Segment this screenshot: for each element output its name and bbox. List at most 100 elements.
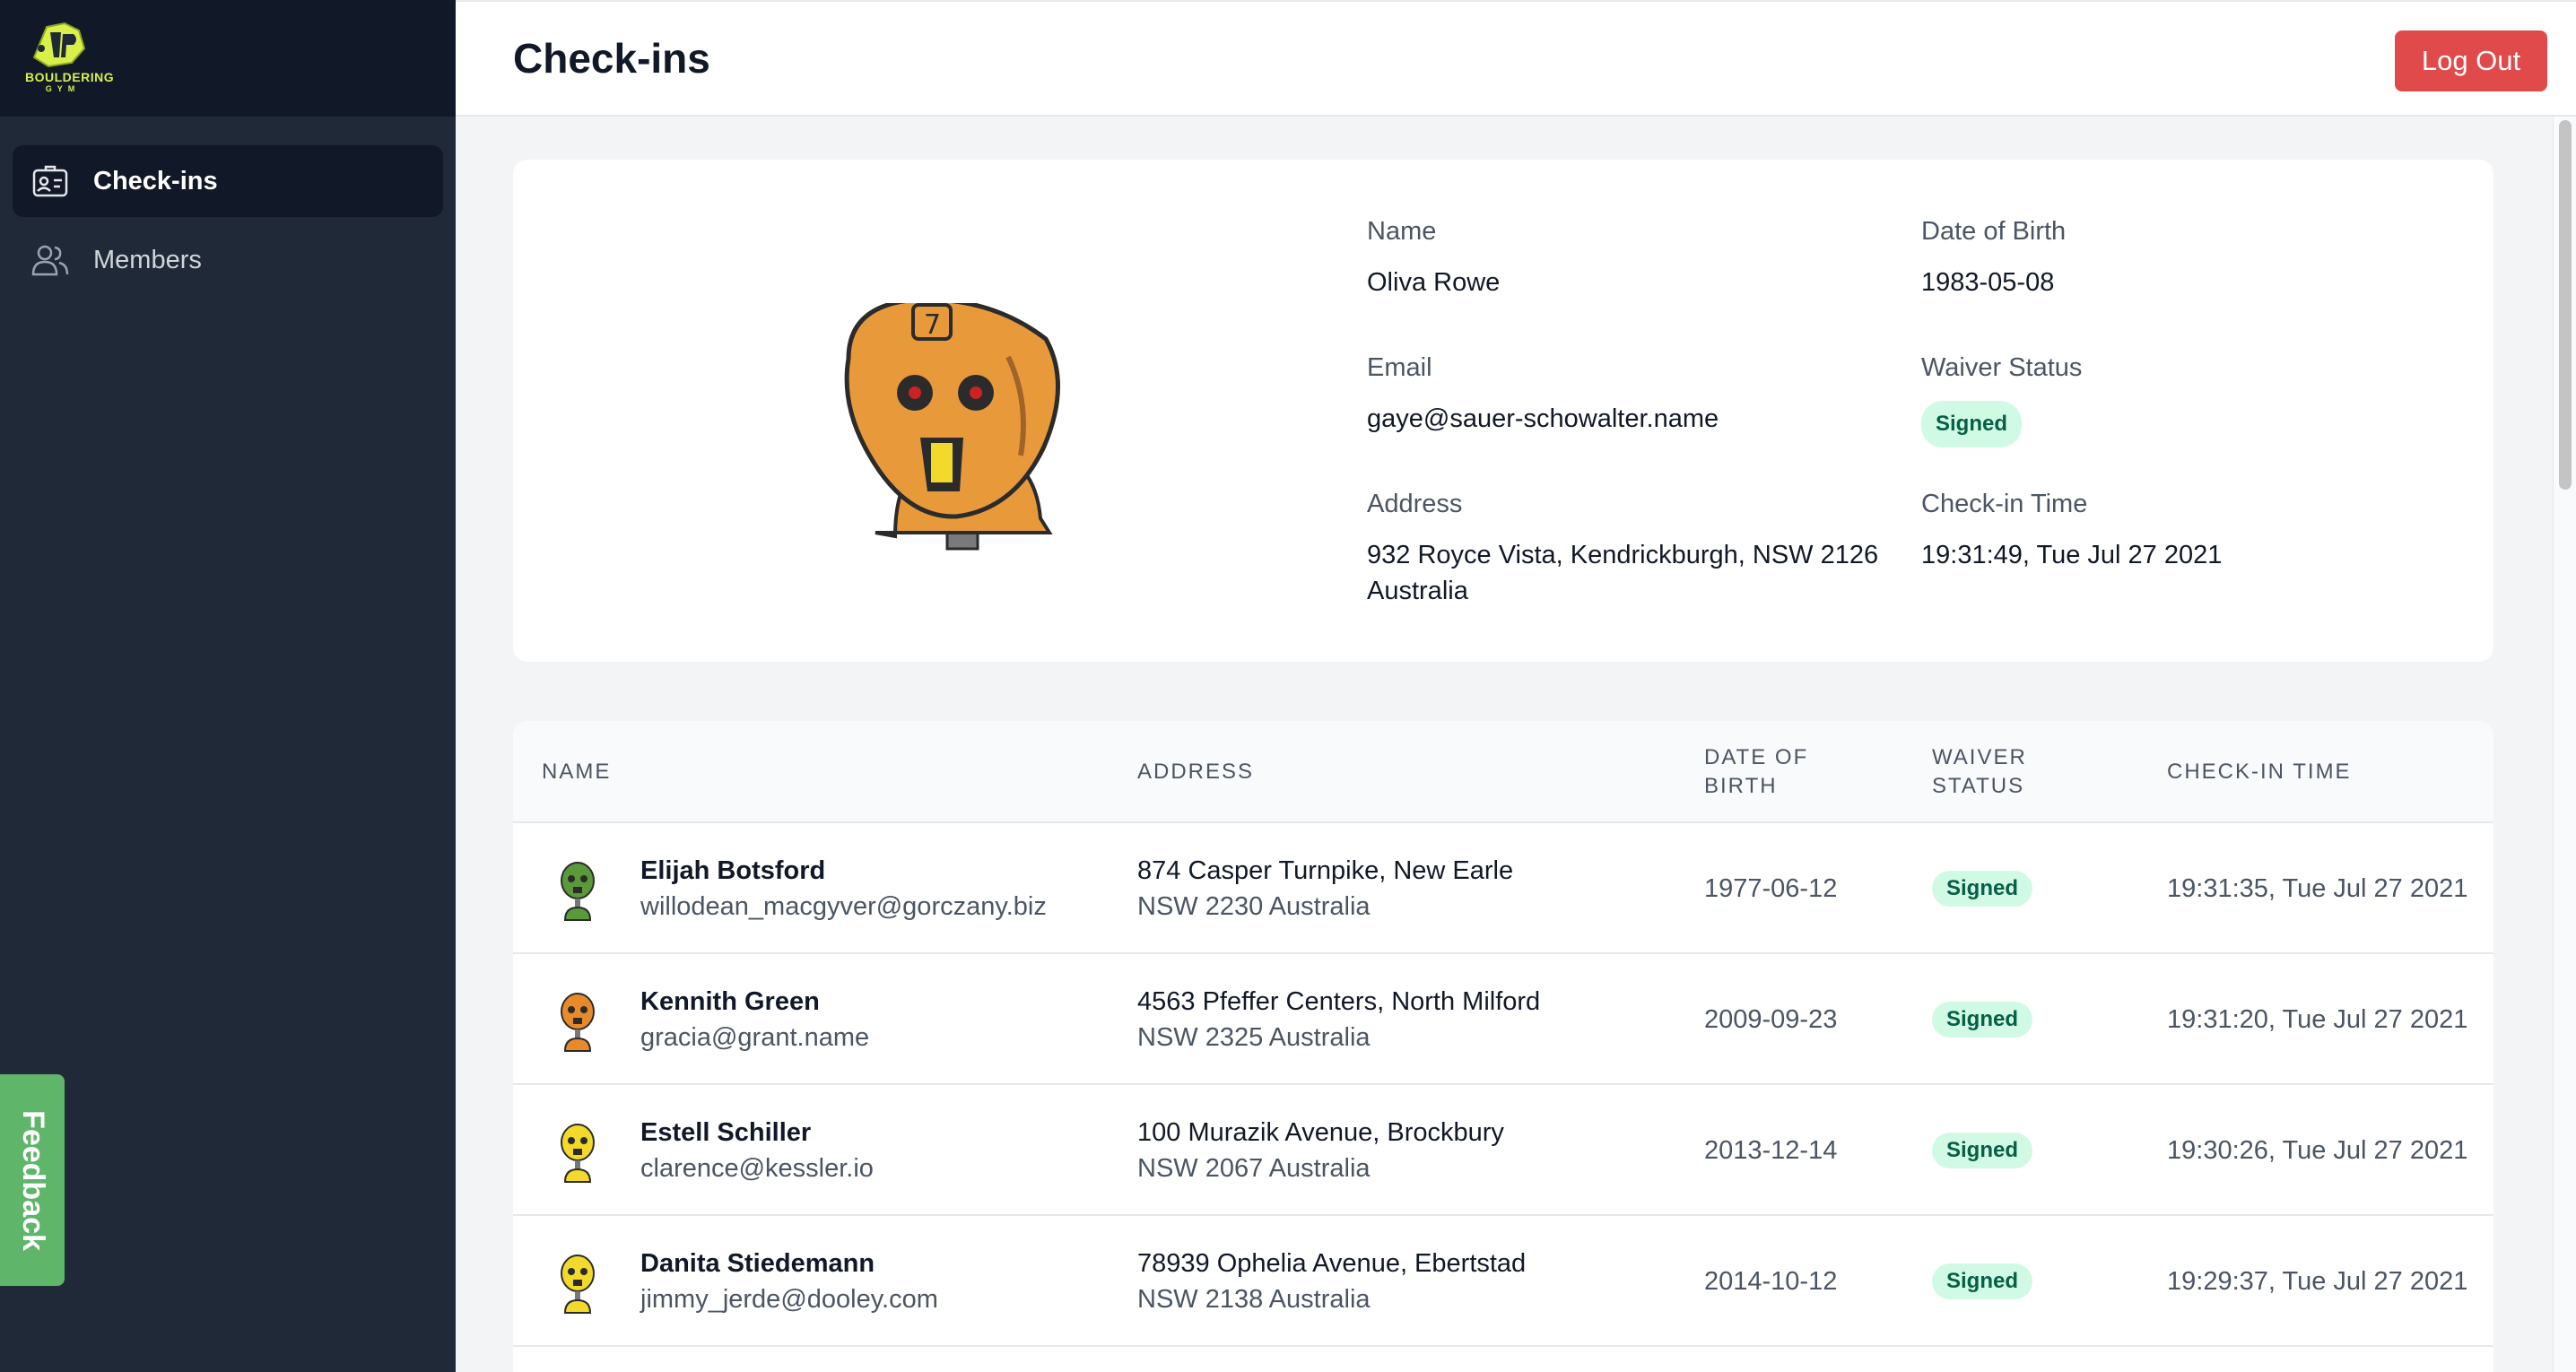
col-header-waiver-line2: STATUS xyxy=(1932,774,2025,798)
address-line1: 874 Casper Turnpike, New Earle xyxy=(1137,856,1514,885)
sidebar: BOULDERING GYM Check-ins Members xyxy=(0,0,456,1372)
waiver-status-badge: Signed xyxy=(1932,1002,2033,1038)
address-line2: NSW 2325 Australia xyxy=(1137,1023,1371,1052)
address-cell: 4563 Pfeffer Centers, North Milford NSW … xyxy=(1137,954,1675,1085)
brand-logo[interactable]: BOULDERING GYM xyxy=(25,22,115,97)
member-name[interactable]: Elijah Botsford xyxy=(640,853,1107,889)
col-header-checkin-time[interactable]: CHECK-IN TIME xyxy=(2167,721,2352,823)
robot-avatar-icon xyxy=(561,1124,595,1183)
feedback-label: Feedback xyxy=(15,1109,50,1251)
waiver-status-badge: Signed xyxy=(1932,1133,2033,1168)
waiver-cell: Signed xyxy=(1932,1085,2138,1216)
table-row[interactable]: Elijah Botsford willodean_macgyver@gorcz… xyxy=(513,823,2493,954)
sidebar-item-label: Check-ins xyxy=(93,166,218,195)
member-email: willodean_macgyver@gorczany.biz xyxy=(640,892,1047,921)
member-name[interactable]: Kennith Green xyxy=(640,984,1107,1020)
logo-text: BOULDERING GYM xyxy=(25,70,115,93)
page-title: Check-ins xyxy=(513,35,710,82)
col-header-name[interactable]: NAME xyxy=(542,721,611,823)
robot-avatar-large: 7 xyxy=(844,303,1060,551)
checkin-time-field: Check-in Time 19:31:49, Tue Jul 27 2021 xyxy=(1921,490,2459,573)
dob-value: 2009-09-23 xyxy=(1704,1004,1838,1034)
col-header-address[interactable]: ADDRESS xyxy=(1137,721,1254,823)
address-cell: 100 Murazik Avenue, Brockbury NSW 2067 A… xyxy=(1137,1085,1675,1216)
address-cell: 78939 Ophelia Avenue, Ebertstad NSW 2138… xyxy=(1137,1216,1675,1347)
col-header-dob-line1: DATE OF xyxy=(1704,745,1809,769)
address-line1: 100 Murazik Avenue, Brockbury xyxy=(1137,1118,1504,1147)
dob-cell: 2014-10-12 xyxy=(1704,1216,1910,1347)
checkin-time-cell: 19:29:37, Tue Jul 27 2021 xyxy=(2167,1216,2481,1347)
checkin-time-value: 19:30:26, Tue Jul 27 2021 xyxy=(2167,1135,2468,1165)
name-cell: Estell Schiller clarence@kessler.io xyxy=(640,1085,1107,1216)
sidebar-item-check-ins[interactable]: Check-ins xyxy=(13,145,443,217)
address-line2: NSW 2138 Australia xyxy=(1137,1285,1371,1314)
name-cell: Elijah Botsford willodean_macgyver@gorcz… xyxy=(640,823,1107,954)
scrollbar[interactable] xyxy=(2553,117,2576,1372)
address-line1: 932 Royce Vista, Kendrickburgh, NSW 2126 xyxy=(1367,541,1879,569)
id-card-icon xyxy=(30,161,70,201)
table-row[interactable]: Estell Schiller clarence@kessler.io 100 … xyxy=(513,1085,2493,1216)
name-value: Oliva Rowe xyxy=(1367,268,1501,297)
table-row[interactable]: Danita Stiedemann jimmy_jerde@dooley.com… xyxy=(513,1216,2493,1347)
logout-button[interactable]: Log Out xyxy=(2395,30,2547,91)
waiver-field: Waiver Status Signed xyxy=(1921,353,2459,447)
checkins-table: NAME ADDRESS DATE OF BIRTH WAIVER STATUS… xyxy=(513,721,2493,1372)
waiver-cell: Signed xyxy=(1932,823,2138,954)
col-header-waiver[interactable]: WAIVER STATUS xyxy=(1932,721,2027,823)
waiver-status-badge: Signed xyxy=(1921,401,2023,447)
waiver-cell: Signed xyxy=(1932,954,2138,1085)
address-line2: Australia xyxy=(1367,577,1468,605)
name-cell: Danita Stiedemann jimmy_jerde@dooley.com xyxy=(640,1216,1107,1347)
logo-bar: BOULDERING GYM xyxy=(0,0,456,117)
checkin-time-value: 19:31:20, Tue Jul 27 2021 xyxy=(2167,1004,2468,1034)
dob-label: Date of Birth xyxy=(1921,217,2067,246)
col-header-waiver-line1: WAIVER xyxy=(1932,745,2027,769)
col-header-dob-line2: BIRTH xyxy=(1704,774,1778,798)
scrollbar-thumb[interactable] xyxy=(2559,120,2572,490)
waiver-cell: Signed xyxy=(1932,1216,2138,1347)
member-email: gracia@grant.name xyxy=(640,1023,870,1052)
waiver-label: Waiver Status xyxy=(1921,353,2083,382)
dob-value: 1977-06-12 xyxy=(1704,873,1838,903)
checkin-time-value: 19:29:37, Tue Jul 27 2021 xyxy=(2167,1266,2468,1296)
checkin-time-cell: 19:31:35, Tue Jul 27 2021 xyxy=(2167,823,2481,954)
svg-text:7: 7 xyxy=(924,309,941,341)
col-header-dob[interactable]: DATE OF BIRTH xyxy=(1704,721,1808,823)
feedback-button[interactable]: Feedback xyxy=(0,1074,65,1286)
sidebar-item-members[interactable]: Members xyxy=(13,224,443,296)
dob-field: Date of Birth 1983-05-08 xyxy=(1921,217,2459,300)
table-row[interactable]: Kennith Green gracia@grant.name 4563 Pfe… xyxy=(513,954,2493,1085)
checkin-time-cell: 19:31:20, Tue Jul 27 2021 xyxy=(2167,954,2481,1085)
address-label: Address xyxy=(1367,490,1463,518)
dob-value: 1983-05-08 xyxy=(1921,268,2055,297)
checkin-time-label: Check-in Time xyxy=(1921,490,2088,518)
dob-cell: 1977-06-12 xyxy=(1704,823,1910,954)
dob-value: 2014-10-12 xyxy=(1704,1266,1838,1296)
table-body: Elijah Botsford willodean_macgyver@gorcz… xyxy=(513,823,2493,1347)
address-line2: NSW 2230 Australia xyxy=(1137,892,1371,921)
address-line1: 78939 Ophelia Avenue, Ebertstad xyxy=(1137,1249,1527,1278)
member-email: clarence@kessler.io xyxy=(640,1154,874,1183)
selected-checkin-card: 7 Name Oliva Rowe Date of Birth 1983-05-… xyxy=(513,160,2493,662)
member-name[interactable]: Danita Stiedemann xyxy=(640,1246,1107,1281)
users-icon xyxy=(30,240,70,280)
name-cell: Kennith Green gracia@grant.name xyxy=(640,954,1107,1085)
email-label: Email xyxy=(1367,353,1432,382)
dob-value: 2013-12-14 xyxy=(1704,1135,1838,1165)
checkin-time-value: 19:31:49, Tue Jul 27 2021 xyxy=(1921,541,2223,569)
robot-avatar-icon xyxy=(561,1255,595,1314)
email-field: Email gaye@sauer-schowalter.name xyxy=(1367,353,1905,437)
name-field: Name Oliva Rowe xyxy=(1367,217,1905,300)
checkin-time-cell: 19:30:26, Tue Jul 27 2021 xyxy=(2167,1085,2481,1216)
address-cell: 874 Casper Turnpike, New Earle NSW 2230 … xyxy=(1137,823,1675,954)
member-name[interactable]: Estell Schiller xyxy=(640,1115,1107,1151)
checkin-time-value: 19:31:35, Tue Jul 27 2021 xyxy=(2167,873,2468,903)
email-value: gaye@sauer-schowalter.name xyxy=(1367,404,1719,433)
waiver-status-badge: Signed xyxy=(1932,1263,2033,1299)
robot-avatar-icon xyxy=(561,862,595,921)
robot-avatar-icon xyxy=(561,993,595,1052)
name-label: Name xyxy=(1367,217,1437,246)
main-content: Check-ins Log Out 7 Name Oliva Rowe Date… xyxy=(456,0,2576,1372)
logo-mark-icon xyxy=(32,22,86,68)
dob-cell: 2009-09-23 xyxy=(1704,954,1910,1085)
